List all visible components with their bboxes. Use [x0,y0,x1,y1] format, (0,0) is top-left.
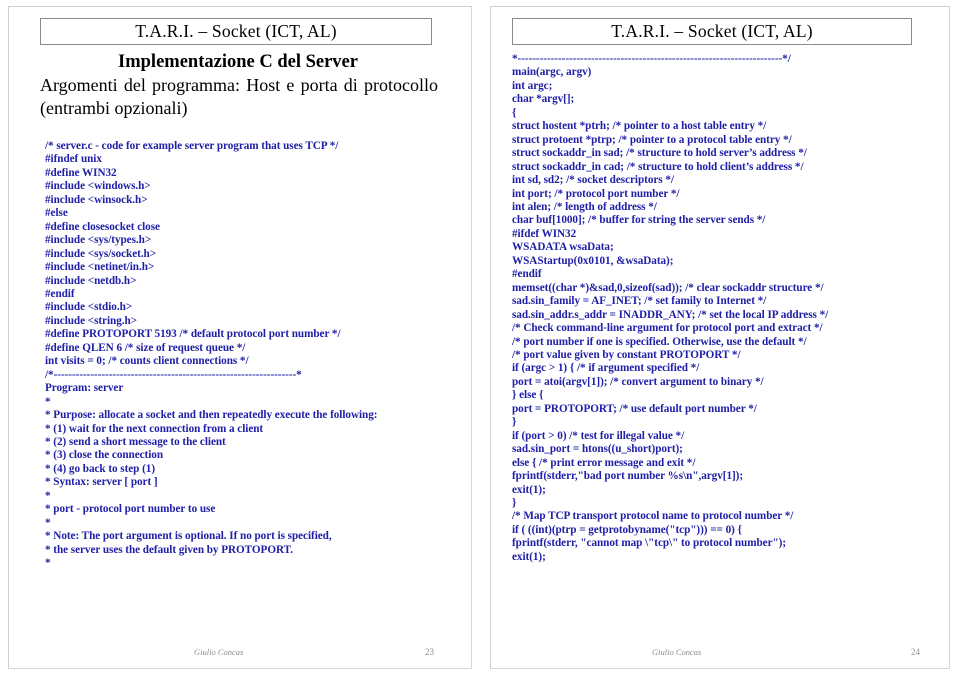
code-block-left: /* server.c - code for example server pr… [45,140,378,571]
code-line: * (1) wait for the next connection from … [45,422,264,435]
code-line: struct protoent *ptrp; /* pointer to a p… [512,133,792,146]
code-line: #endif [512,268,542,281]
code-line: char *argv[]; [512,93,575,106]
code-line: Program: server [45,382,124,395]
slide-footer: Giulio Concas 23 [44,647,434,657]
code-line: exit(1); [512,483,546,496]
code-line: if ( ((int)(ptrp = getprotobyname("tcp")… [512,523,742,536]
code-line: * (2) send a short message to the client [45,435,226,448]
code-line: struct sockaddr_in cad; /* structure to … [512,160,804,173]
code-line: /* Map TCP transport protocol name to pr… [512,510,794,523]
code-line: memset((char *)&sad,0,sizeof(sad)); /* c… [512,281,824,294]
footer-author: Giulio Concas [652,647,702,657]
slide-pair-page: T.A.R.I. – Socket (ICT, AL) Implementazi… [0,0,960,679]
code-line: #include <winsock.h> [45,193,148,206]
footer-author: Giulio Concas [194,647,244,657]
code-line: * [45,395,51,408]
code-line: } [512,416,517,429]
code-line: #else [45,207,68,220]
code-line: * Note: The port argument is optional. I… [45,530,332,543]
code-line: /* port value given by constant PROTOPOR… [512,348,741,361]
code-line: #include <sys/types.h> [45,234,152,247]
code-line: * port - protocol port number to use [45,503,216,516]
code-line: sad.sin_port = htons((u_short)port); [512,443,683,456]
code-line: char buf[1000]; /* buffer for string the… [512,214,766,227]
slide-header-title: T.A.R.I. – Socket (ICT, AL) [611,20,813,41]
code-line: main(argc, argv) [512,66,592,79]
code-line: * (3) close the connection [45,449,164,462]
code-line: #endif [45,287,75,300]
code-line: * [45,557,51,570]
code-block-right: *---------------------------------------… [512,53,828,564]
slide-right: T.A.R.I. – Socket (ICT, AL) *-----------… [480,0,960,679]
code-line: #ifndef unix [45,153,102,166]
slide-subheading: Argomenti del programma: Host e porta di… [40,75,438,119]
code-line: /* Check command-line argument for proto… [512,322,823,335]
code-line: int alen; /* length of address */ [512,200,657,213]
code-line: sad.sin_addr.s_addr = INADDR_ANY; /* set… [512,308,829,321]
code-line: int visits = 0; /* counts client connect… [45,355,249,368]
code-line: *---------------------------------------… [512,53,791,65]
code-line: #ifdef WIN32 [512,227,577,240]
code-line: if (argc > 1) { /* if argument specified… [512,362,700,375]
slide-header-box: T.A.R.I. – Socket (ICT, AL) [512,18,912,45]
code-line: { [512,106,517,119]
code-line: #define PROTOPORT 5193 /* default protoc… [45,328,341,341]
code-line: * [45,516,51,529]
code-line: #define WIN32 [45,166,117,179]
code-line: * the server uses the default given by P… [45,543,293,556]
code-line: fprintf(stderr, "cannot map \"tcp\" to p… [512,537,787,550]
code-line: #include <windows.h> [45,180,151,193]
code-line: } else { [512,389,544,402]
code-line: * Purpose: allocate a socket and then re… [45,409,378,422]
footer-page-number: 24 [911,647,920,657]
code-line: } [512,496,517,509]
code-line: #include <netinet/in.h> [45,261,155,274]
code-line: #include <netdb.h> [45,274,137,287]
slide-header-box: T.A.R.I. – Socket (ICT, AL) [40,18,432,45]
code-line: /* server.c - code for example server pr… [45,140,339,152]
code-line: #define closesocket close [45,220,160,233]
code-line: int argc; [512,79,553,92]
code-line: * [45,489,51,502]
code-line: else { /* print error message and exit *… [512,456,696,469]
code-line: #include <stdio.h> [45,301,133,314]
code-line: exit(1); [512,550,546,563]
slide-footer: Giulio Concas 24 [520,647,920,657]
code-line: WSAStartup(0x0101, &wsaData); [512,254,674,267]
code-line: struct hostent *ptrh; /* pointer to a ho… [512,120,767,133]
slide-left: T.A.R.I. – Socket (ICT, AL) Implementazi… [0,0,480,679]
footer-page-number: 23 [425,647,434,657]
code-line: port = atoi(argv[1]); /* convert argumen… [512,375,764,388]
code-line: WSADATA wsaData; [512,241,614,254]
code-line: sad.sin_family = AF_INET; /* set family … [512,295,767,308]
code-line: #define QLEN 6 /* size of request queue … [45,341,246,354]
code-line: * Syntax: server [ port ] [45,476,158,489]
slide-heading: Implementazione C del Server [118,52,358,72]
code-line: /*--------------------------------------… [45,368,302,381]
code-line: port = PROTOPORT; /* use default port nu… [512,402,757,415]
code-line: * (4) go back to step (1) [45,462,155,475]
code-line: struct sockaddr_in sad; /* structure to … [512,147,807,160]
code-line: int port; /* protocol port number */ [512,187,680,200]
code-line: fprintf(stderr,"bad port number %s\n",ar… [512,470,744,483]
slide-header-title: T.A.R.I. – Socket (ICT, AL) [135,20,337,41]
code-line: /* port number if one is specified. Othe… [512,335,807,348]
code-line: #include <sys/socket.h> [45,247,157,260]
code-line: if (port > 0) /* test for illegal value … [512,429,685,442]
code-line: int sd, sd2; /* socket descriptors */ [512,174,674,187]
code-line: #include <string.h> [45,314,137,327]
